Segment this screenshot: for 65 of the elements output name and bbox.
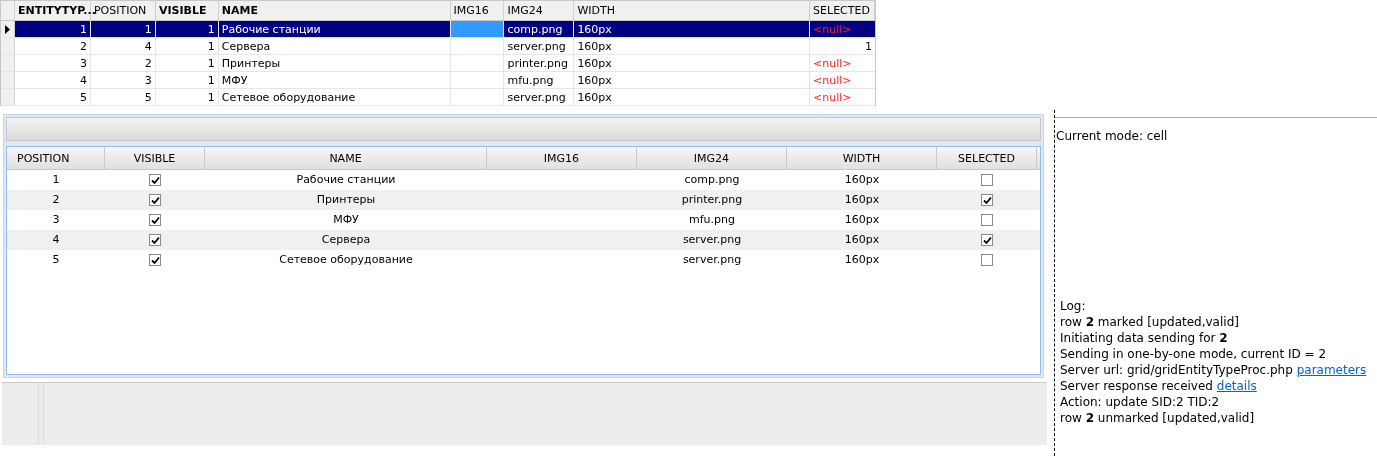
grid-row[interactable]: 2 4 1 Сервера server.png 160px 1	[1, 38, 875, 55]
table-cell-text: МФУ	[332, 211, 360, 228]
grid-row[interactable]: 1 1 1 Рабочие станции comp.png 160px <null>	[1, 21, 875, 38]
column-header[interactable]: SELECTED	[810, 1, 875, 20]
column-header[interactable]: VISIBLE	[155, 1, 219, 20]
column-header[interactable]: WIDTH	[787, 147, 937, 169]
grid-row[interactable]: 4 Сервера server.png 160px	[7, 230, 1040, 250]
table-cell-text: server.png	[681, 251, 743, 268]
log-title: Log:	[1060, 298, 1087, 314]
checkbox[interactable]	[149, 174, 161, 186]
table-cell-text: 160px	[843, 171, 881, 188]
row-pointer-icon	[5, 24, 10, 34]
checkbox[interactable]	[149, 254, 161, 266]
checkbox[interactable]	[149, 194, 161, 206]
checkbox[interactable]	[981, 254, 993, 266]
table-cell-text: 5	[51, 251, 61, 268]
mode-text: Current mode: cell	[1056, 128, 1169, 145]
grid-row[interactable]: 3 2 1 Принтеры printer.png 160px <null>	[1, 55, 875, 72]
log-link[interactable]: details	[1216, 379, 1257, 393]
table-cell-text: 3	[51, 211, 61, 228]
table-cell-text: 160px	[843, 251, 881, 268]
table-cell-text: comp.png	[683, 171, 741, 188]
row-header[interactable]	[1, 21, 15, 37]
column-header[interactable]: VISIBLE	[105, 147, 205, 169]
table-cell-text: 160px	[843, 231, 881, 248]
log-line: Action: update SID:2 TID:2	[1060, 394, 1221, 410]
log-line: Initiating data sending for 2	[1060, 330, 1229, 346]
checkbox[interactable]	[149, 234, 161, 246]
checkbox[interactable]	[981, 234, 993, 246]
checkbox[interactable]	[981, 194, 993, 206]
table-cell-text: 160px	[843, 211, 881, 228]
table-cell-text: 4	[51, 231, 61, 248]
log-link[interactable]: parameters	[1296, 363, 1367, 377]
log-line: Server response received details	[1060, 378, 1258, 394]
table-cell-text: Сервера	[320, 231, 372, 248]
table-cell-text: server.png	[681, 231, 743, 248]
column-header[interactable]: POSITION	[7, 147, 105, 169]
check-icon	[982, 195, 992, 205]
log-line: row 2 marked [updated,valid]	[1060, 314, 1240, 330]
column-header[interactable]: IMG24	[504, 1, 575, 20]
column-header[interactable]: WIDTH	[574, 1, 811, 20]
checkbox[interactable]	[149, 214, 161, 226]
table-cell-text: Сетевое оборудование	[278, 251, 414, 268]
grid-row[interactable]: 5 5 1 Сетевое оборудование server.png 160px <null>	[1, 89, 875, 106]
column-header[interactable]: IMG16	[450, 1, 505, 20]
grid-row[interactable]: 2 Принтеры printer.png 160px	[7, 190, 1040, 210]
column-header[interactable]: NAME	[218, 1, 451, 20]
check-icon	[982, 235, 992, 245]
table-cell-text: 2	[51, 191, 61, 208]
log-line: Server url: grid/gridEntityTypeProc.php parameters	[1060, 362, 1368, 378]
checkbox[interactable]	[981, 174, 993, 186]
grid-row[interactable]: 4 3 1 МФУ mfu.png 160px <null>	[1, 72, 875, 89]
checkbox[interactable]	[981, 214, 993, 226]
table-cell-text: 160px	[843, 191, 881, 208]
table-cell-text: printer.png	[680, 191, 744, 208]
table-cell-text: Принтеры	[315, 191, 377, 208]
column-header[interactable]: NAME	[205, 147, 487, 169]
table-cell-text: mfu.png	[688, 211, 736, 228]
table-cell-text: 1	[51, 171, 61, 188]
column-header[interactable]: SELECTED	[937, 147, 1037, 169]
column-header[interactable]: IMG16	[487, 147, 637, 169]
log-line: row 2 unmarked [updated,valid]	[1060, 410, 1256, 426]
log-line: Sending in one-by-one mode, current ID = 2	[1060, 346, 1328, 362]
column-header[interactable]: IMG24	[637, 147, 787, 169]
table-cell-text: Рабочие станции	[295, 171, 397, 188]
